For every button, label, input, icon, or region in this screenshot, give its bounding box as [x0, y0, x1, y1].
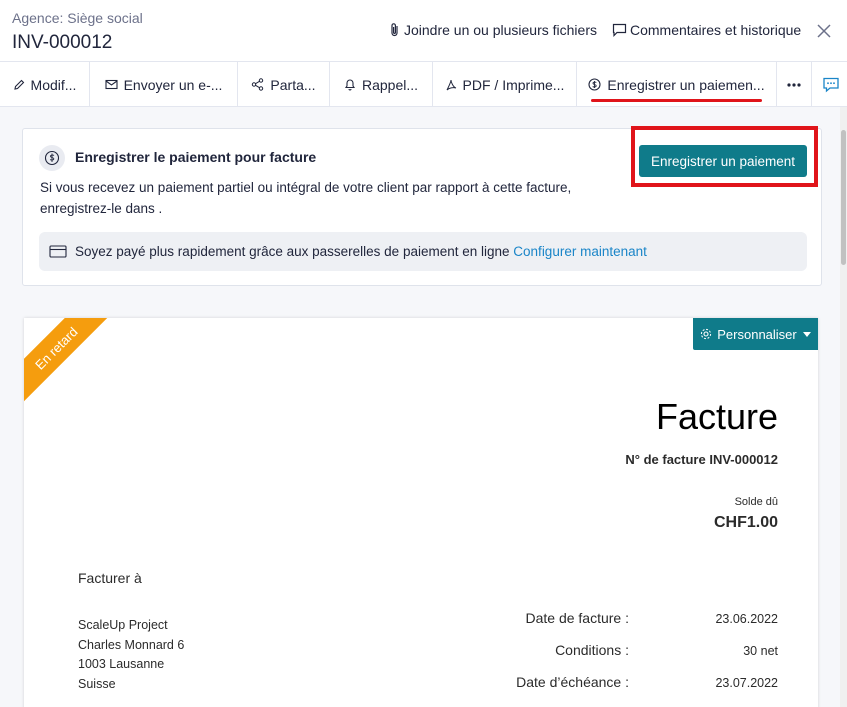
more-button[interactable] — [777, 62, 812, 107]
record-payment-button[interactable]: Enregistrer un paiement — [639, 145, 807, 177]
address-line: 1003 Lausanne — [78, 657, 165, 671]
invoice-title: INV-000012 — [12, 32, 113, 53]
balance-due-label: Solde dû — [734, 496, 778, 508]
customize-label: Personnaliser — [717, 326, 797, 342]
close-icon[interactable] — [815, 22, 833, 40]
record-payment-panel: Enregistrer le paiement pour facture Si … — [22, 126, 822, 286]
invoice-date-value: 23.06.2022 — [715, 612, 778, 626]
action-toolbar: Modif... Envoyer un e-... Parta... Rappe… — [0, 62, 847, 107]
invoice-number: N° de facture INV-000012 — [625, 452, 778, 467]
payment-icon — [588, 78, 601, 91]
paperclip-icon — [391, 23, 398, 37]
pdf-print-button[interactable]: PDF / Imprime... — [433, 62, 577, 107]
invoice-details-values: 23.06.2022 30 net 23.07.2022 — [715, 603, 778, 699]
invoice-header: Agence: Siège social INV-000012 Joindre … — [0, 0, 847, 62]
due-date-value: 23.07.2022 — [715, 676, 778, 690]
billing-address: ScaleUp Project Charles Monnard 6 1003 L… — [78, 616, 184, 694]
pdf-icon — [446, 79, 456, 90]
status-ribbon: En retard — [24, 318, 119, 413]
scrollbar-thumb[interactable] — [841, 130, 846, 265]
gateway-text: Soyez payé plus rapidement grâce aux pas… — [75, 244, 510, 259]
customize-button[interactable]: Personnaliser — [693, 318, 818, 350]
more-icon — [787, 82, 801, 87]
reminder-label: Rappel... — [361, 76, 419, 93]
edit-label: Modif... — [30, 76, 77, 93]
red-underline-annotation — [591, 99, 762, 102]
share-label: Parta... — [270, 76, 316, 93]
comments-history-label: Commentaires et historique — [630, 22, 802, 38]
mail-icon — [105, 79, 118, 90]
payment-panel-heading: Enregistrer le paiement pour facture — [75, 149, 317, 165]
attach-files-button[interactable]: Joindre un ou plusieurs fichiers — [389, 22, 597, 38]
comment-icon — [612, 23, 627, 37]
share-icon — [252, 78, 264, 91]
invoice-heading: Facture — [655, 396, 778, 437]
edit-button[interactable]: Modif... — [0, 62, 90, 107]
send-email-button[interactable]: Envoyer un e-... — [90, 62, 238, 107]
payment-panel-description: Si vous recevez un paiement partiel ou i… — [40, 180, 572, 216]
terms-label: Conditions : — [555, 642, 629, 658]
chevron-down-icon — [802, 331, 811, 337]
configure-now-link[interactable]: Configurer maintenant — [513, 244, 647, 259]
record-payment-tab-label: Enregistrer un paiemen... — [607, 76, 765, 93]
reminder-button[interactable]: Rappel... — [330, 62, 433, 107]
pdf-print-label: PDF / Imprime... — [462, 76, 565, 93]
terms-value: 30 net — [743, 644, 778, 658]
balance-due-value: CHF1.00 — [713, 514, 778, 531]
bill-to-label: Facturer à — [78, 570, 142, 586]
address-line: Suisse — [78, 676, 116, 691]
record-payment-tab[interactable]: Enregistrer un paiemen... — [577, 62, 777, 107]
content-area: Enregistrer le paiement pour facture Si … — [0, 107, 847, 707]
chat-icon[interactable] — [822, 76, 840, 94]
address-line: Charles Monnard 6 — [78, 637, 185, 652]
payment-panel-icon — [39, 145, 65, 171]
gear-icon — [701, 328, 712, 340]
attach-files-label: Joindre un ou plusieurs fichiers — [404, 22, 597, 38]
invoice-date-label: Date de facture : — [525, 610, 629, 626]
payment-gateway-banner: Soyez payé plus rapidement grâce aux pas… — [39, 232, 807, 271]
overdue-ribbon-label: En retard — [24, 318, 119, 412]
bell-icon — [344, 79, 355, 91]
address-line: ScaleUp Project — [78, 618, 168, 632]
dollar-arrow-icon — [44, 150, 60, 166]
invoice-document: En retard Personnaliser Facture N° de fa… — [24, 318, 818, 707]
invoice-details-labels: Date de facture : Conditions : Date d’éc… — [516, 602, 629, 698]
comments-history-button[interactable]: Commentaires et historique — [612, 22, 801, 38]
credit-card-icon — [49, 245, 67, 258]
due-date-label: Date d’échéance : — [516, 674, 629, 690]
pencil-icon — [13, 79, 24, 90]
send-email-label: Envoyer un e-... — [123, 76, 223, 93]
agency-label: Agence: Siège social — [12, 10, 143, 26]
share-button[interactable]: Parta... — [238, 62, 330, 107]
